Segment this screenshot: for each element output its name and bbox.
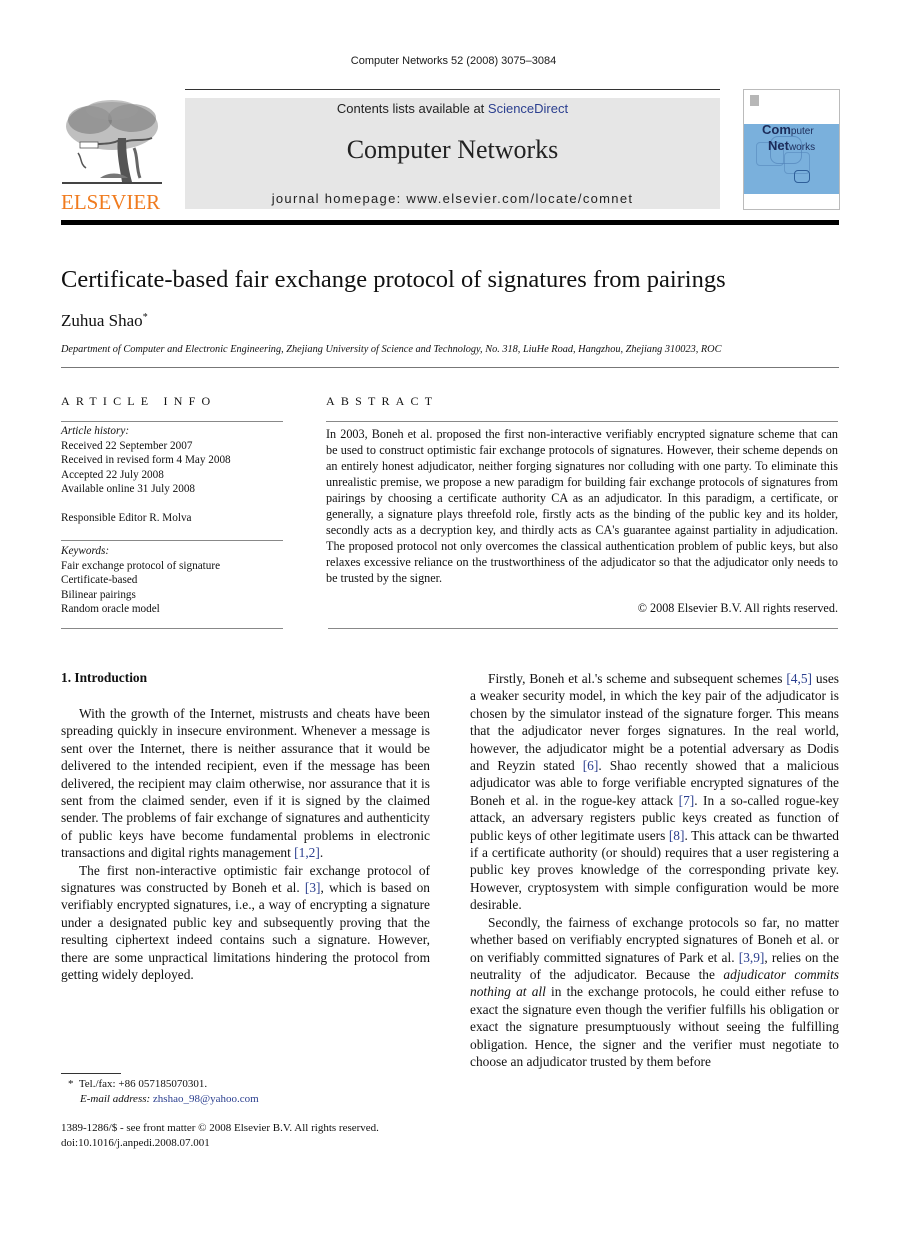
paragraph-text: .	[319, 845, 324, 861]
footnote-divider	[61, 1073, 121, 1074]
author-footnote: * Tel./fax: +86 057185070301. E-mail add…	[68, 1077, 259, 1107]
cover-publisher-icon	[750, 95, 759, 106]
author-name[interactable]: Zuhua Shao	[61, 311, 143, 330]
abstract-bottom-divider	[328, 628, 838, 629]
cover-title-part: Com	[762, 122, 791, 137]
paragraph-text: Firstly, Boneh et al.'s scheme and subse…	[488, 671, 787, 686]
cover-square-icon	[794, 170, 810, 183]
article-history-heading: Article history:	[61, 425, 130, 437]
footnote-mark: *	[68, 1078, 74, 1090]
citation-link[interactable]: [1,2]	[294, 845, 320, 860]
history-item: Received in revised form 4 May 2008	[61, 454, 231, 466]
abstract-heading: ABSTRACT	[326, 394, 439, 408]
article-info-heading: ARTICLE INFO	[61, 394, 217, 408]
cover-title-part: puter	[790, 126, 814, 137]
keyword-item: Fair exchange protocol of signature	[61, 559, 221, 572]
sciencedirect-link[interactable]: ScienceDirect	[488, 101, 568, 116]
front-matter: 1389-1286/$ - see front matter © 2008 El…	[61, 1121, 379, 1151]
footnote-tel: Tel./fax: +86 057185070301.	[78, 1078, 208, 1090]
paragraph-text: With the growth of the Internet, mistrus…	[61, 706, 430, 861]
responsible-editor: Responsible Editor R. Molva	[61, 511, 192, 524]
citation-link[interactable]: [8]	[669, 828, 685, 843]
issn-line: 1389-1286/$ - see front matter © 2008 El…	[61, 1122, 379, 1134]
email-label: E-mail address:	[80, 1093, 151, 1105]
cover-title-part: works	[788, 142, 816, 153]
history-item: Received 22 September 2007	[61, 439, 193, 452]
body-paragraph: With the growth of the Internet, mistrus…	[61, 705, 430, 862]
keyword-item: Random oracle model	[61, 603, 160, 615]
email-link[interactable]: zhshao_98@yahoo.com	[153, 1093, 259, 1105]
header-divider	[185, 89, 720, 90]
paragraph-text: , which is based on verifiably encrypted…	[61, 880, 430, 983]
journal-cover-thumbnail[interactable]: Computer Networks	[743, 89, 840, 210]
tree-illustration-icon	[62, 100, 162, 184]
paper-title: Certificate-based fair exchange protocol…	[61, 266, 726, 293]
keywords-panel: Keywords: Fair exchange protocol of sign…	[61, 544, 283, 617]
keyword-item: Certificate-based	[61, 574, 138, 586]
abstract-copyright: © 2008 Elsevier B.V. All rights reserved…	[637, 601, 838, 615]
body-column-left: With the growth of the Internet, mistrus…	[61, 705, 430, 984]
citation-link[interactable]: [6]	[583, 758, 599, 773]
article-info-panel: Article history: Received 22 September 2…	[61, 424, 283, 525]
contents-availability: Contents lists available at ScienceDirec…	[185, 99, 720, 119]
keyword-item: Bilinear pairings	[61, 588, 136, 601]
author-affiliation: Department of Computer and Electronic En…	[61, 344, 722, 355]
journal-banner: Contents lists available at ScienceDirec…	[185, 98, 720, 209]
abstract-divider	[326, 421, 838, 422]
journal-name: Computer Networks	[346, 135, 559, 164]
contents-prefix: Contents lists available at	[336, 101, 488, 116]
history-item: Available online 31 July 2008	[61, 483, 196, 495]
citation-link[interactable]: [3]	[305, 880, 321, 895]
cover-title: Computer Networks	[762, 123, 815, 155]
cover-title-part: Net	[768, 138, 789, 153]
section-heading-introduction: 1. Introduction	[61, 670, 148, 685]
history-item: Accepted 22 July 2008	[61, 468, 164, 481]
citation-link[interactable]: [4,5]	[786, 671, 812, 686]
citation-link[interactable]: [7]	[679, 793, 695, 808]
body-column-right: Firstly, Boneh et al.'s scheme and subse…	[470, 670, 839, 1070]
header-thick-rule	[61, 220, 839, 225]
journal-homepage-link[interactable]: journal homepage: www.elsevier.com/locat…	[185, 191, 720, 206]
journal-citation: Computer Networks 52 (2008) 3075–3084	[350, 55, 557, 67]
article-info-bottom-divider	[61, 628, 283, 629]
body-paragraph: The first non-interactive optimistic fai…	[61, 862, 430, 984]
body-paragraph: Secondly, the fairness of exchange proto…	[470, 914, 839, 1071]
doi-link[interactable]: doi:10.1016/j.anpedi.2008.07.001	[61, 1136, 379, 1151]
author-line: Zuhua Shao*	[61, 311, 148, 331]
author-footnote-mark[interactable]: *	[143, 312, 148, 323]
article-info-divider	[61, 421, 283, 422]
affiliation-divider	[61, 367, 839, 368]
body-paragraph: Firstly, Boneh et al.'s scheme and subse…	[470, 670, 839, 914]
citation-link[interactable]: [3,9]	[739, 950, 765, 965]
abstract-text: In 2003, Boneh et al. proposed the first…	[326, 427, 838, 585]
keywords-heading: Keywords:	[61, 545, 110, 557]
keywords-divider	[61, 540, 283, 541]
elsevier-wordmark[interactable]: ELSEVIER	[61, 190, 160, 215]
